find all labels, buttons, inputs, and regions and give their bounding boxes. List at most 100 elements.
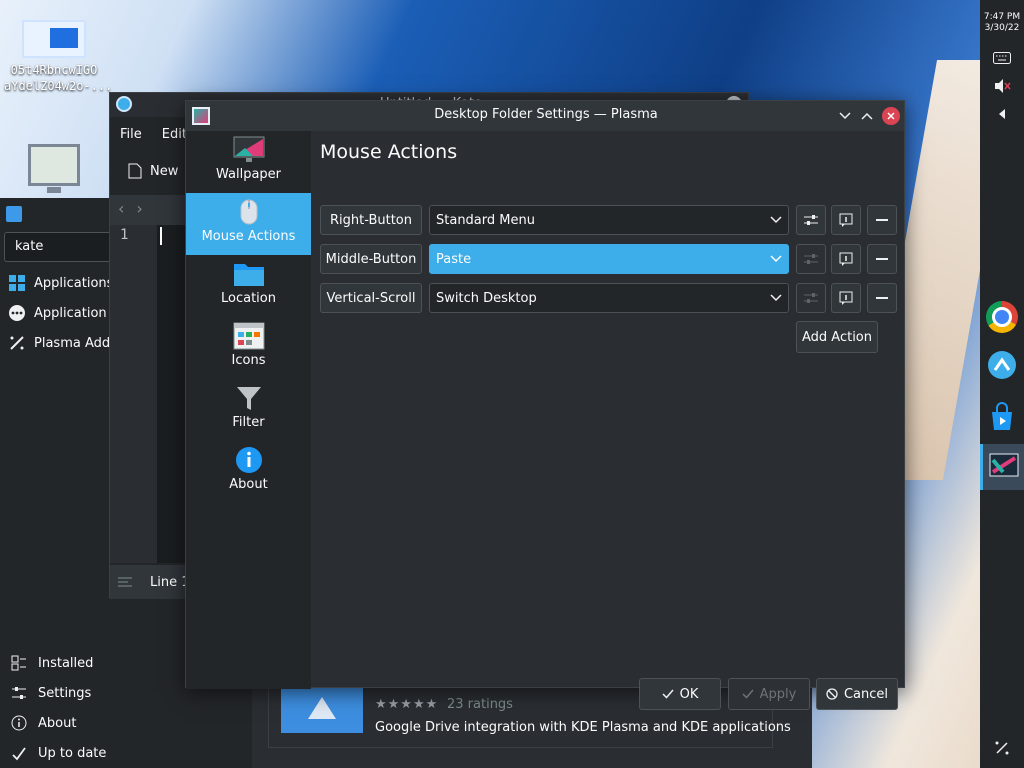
cancel-icon	[826, 688, 838, 700]
screenshot-thumbnail-icon	[22, 20, 86, 58]
page-title: Mouse Actions	[320, 141, 458, 163]
folder-icon	[233, 259, 265, 289]
new-document-icon	[128, 163, 142, 179]
nav-installed[interactable]: Installed	[10, 651, 93, 675]
task-kate[interactable]	[980, 342, 1024, 388]
maximize-icon[interactable]	[858, 107, 876, 125]
trigger-button-vertical-scroll[interactable]: Vertical-Scroll	[320, 283, 422, 313]
kate-nav-arrows[interactable]: ‹›	[118, 199, 155, 218]
plugin-combo-middle[interactable]: Paste	[429, 244, 789, 274]
plugin-combo-right[interactable]: Standard Menu	[429, 205, 789, 235]
desktop-folder-settings-dialog: Desktop Folder Settings — Plasma Wallpap…	[185, 100, 906, 710]
plugin-info-icon	[839, 252, 853, 266]
task-desktop-settings[interactable]	[980, 444, 1024, 490]
monitor-icon	[28, 144, 80, 193]
expand-tray-icon[interactable]	[992, 104, 1012, 124]
cancel-button[interactable]: Cancel	[816, 678, 898, 710]
rating-count: 23 ratings	[447, 697, 513, 712]
uptodate-icon	[10, 744, 28, 762]
dialog-titlebar[interactable]: Desktop Folder Settings — Plasma	[186, 101, 904, 131]
minimize-icon[interactable]	[836, 107, 854, 125]
settings-icon	[10, 684, 28, 702]
dialog-title: Desktop Folder Settings — Plasma	[434, 107, 658, 122]
digital-clock[interactable]: 7:47 PM 3/30/22	[980, 12, 1024, 34]
text-editor[interactable]	[157, 225, 187, 563]
wallpaper-icon	[233, 135, 265, 165]
minus-icon	[876, 297, 888, 299]
remove-button-middle[interactable]	[867, 244, 897, 274]
plugin-info-icon	[839, 291, 853, 305]
add-action-button[interactable]: Add Action	[796, 321, 878, 353]
kate-app-icon	[116, 96, 132, 112]
checkmark-icon	[742, 689, 754, 699]
desktop-file-label: 05t4RbncwIGO aYdelZ04w2o-...	[4, 63, 113, 93]
chevron-down-icon	[770, 214, 782, 226]
search-result-applications[interactable]: Applications	[8, 270, 118, 296]
desktop-file-icon[interactable]: 05t4RbncwIGO aYdelZ04w2o-...	[4, 20, 113, 94]
settings-content: Mouse Actions Right-Button Standard Menu…	[312, 131, 906, 710]
text-cursor	[160, 227, 162, 245]
minus-icon	[876, 219, 888, 221]
search-result-application-addons[interactable]: Application A	[8, 300, 118, 326]
configure-button-vertical-scroll[interactable]	[796, 283, 826, 313]
sidebar-item-filter[interactable]: Filter	[186, 379, 311, 441]
chrome-icon	[986, 301, 1018, 333]
nav-about[interactable]: About	[10, 711, 76, 735]
line-number-gutter: 1	[110, 225, 157, 563]
plugin-info-icon	[839, 213, 853, 227]
plugin-combo-value: Paste	[436, 251, 472, 267]
sidebar-item-icons[interactable]: Icons	[186, 317, 311, 379]
chevron-down-icon	[770, 292, 782, 304]
about-plugin-button-vertical-scroll[interactable]	[831, 283, 861, 313]
close-icon[interactable]	[882, 107, 900, 125]
document-list-icon[interactable]	[118, 576, 132, 588]
new-file-button[interactable]: New	[128, 163, 178, 179]
remove-button-right[interactable]	[867, 205, 897, 235]
desktop-computer-icon[interactable]	[4, 144, 104, 193]
sidebar-item-location[interactable]: Location	[186, 255, 311, 317]
search-input[interactable]: kate	[4, 232, 114, 262]
configure-icon	[804, 254, 818, 264]
plugin-combo-value: Standard Menu	[436, 212, 535, 228]
sidebar-item-wallpaper[interactable]: Wallpaper	[186, 131, 311, 193]
plugin-combo-vertical-scroll[interactable]: Switch Desktop	[429, 283, 789, 313]
configure-button-middle[interactable]	[796, 244, 826, 274]
nav-settings[interactable]: Settings	[10, 681, 91, 705]
plugin-combo-value: Switch Desktop	[436, 290, 537, 306]
ok-button[interactable]: OK	[639, 678, 721, 710]
cursor-position[interactable]: Line 1	[150, 575, 190, 590]
line-number: 1	[120, 227, 129, 243]
more-icon	[8, 304, 26, 322]
remove-button-vertical-scroll[interactable]	[867, 283, 897, 313]
rating-stars: ★★★★★	[375, 697, 439, 712]
volume-muted-icon[interactable]	[992, 76, 1012, 96]
configure-icon	[804, 293, 818, 303]
kate-icon	[988, 351, 1016, 379]
apply-button[interactable]: Apply	[728, 678, 810, 710]
keyboard-icon[interactable]	[992, 48, 1012, 68]
sidebar-item-mouse-actions[interactable]: Mouse Actions	[186, 193, 311, 255]
about-icon	[233, 445, 265, 475]
discover-app-icon	[6, 206, 22, 222]
task-chrome[interactable]	[980, 294, 1024, 340]
checkmark-icon	[662, 689, 674, 699]
google-drive-icon	[281, 683, 363, 733]
sidebar-item-about[interactable]: About	[186, 441, 311, 503]
nav-up-to-date[interactable]: Up to date	[10, 741, 106, 765]
configure-button-right[interactable]	[796, 205, 826, 235]
search-result-plasma-addons[interactable]: Plasma Adde	[8, 330, 118, 356]
grid-icon	[8, 274, 26, 292]
icons-icon	[233, 321, 265, 351]
menu-file[interactable]: File	[120, 127, 142, 142]
installed-icon	[10, 654, 28, 672]
panel-edit-icon[interactable]	[992, 738, 1012, 758]
task-discover[interactable]	[980, 394, 1024, 440]
configure-icon	[804, 215, 818, 225]
addon-icon	[8, 334, 26, 352]
settings-sidebar: Wallpaper Mouse Actions Location Icons F…	[186, 131, 311, 689]
about-plugin-button-right[interactable]	[831, 205, 861, 235]
about-plugin-button-middle[interactable]	[831, 244, 861, 274]
menu-edit[interactable]: Edit	[162, 127, 187, 142]
trigger-button-right[interactable]: Right-Button	[320, 205, 422, 235]
trigger-button-middle[interactable]: Middle-Button	[320, 244, 422, 274]
